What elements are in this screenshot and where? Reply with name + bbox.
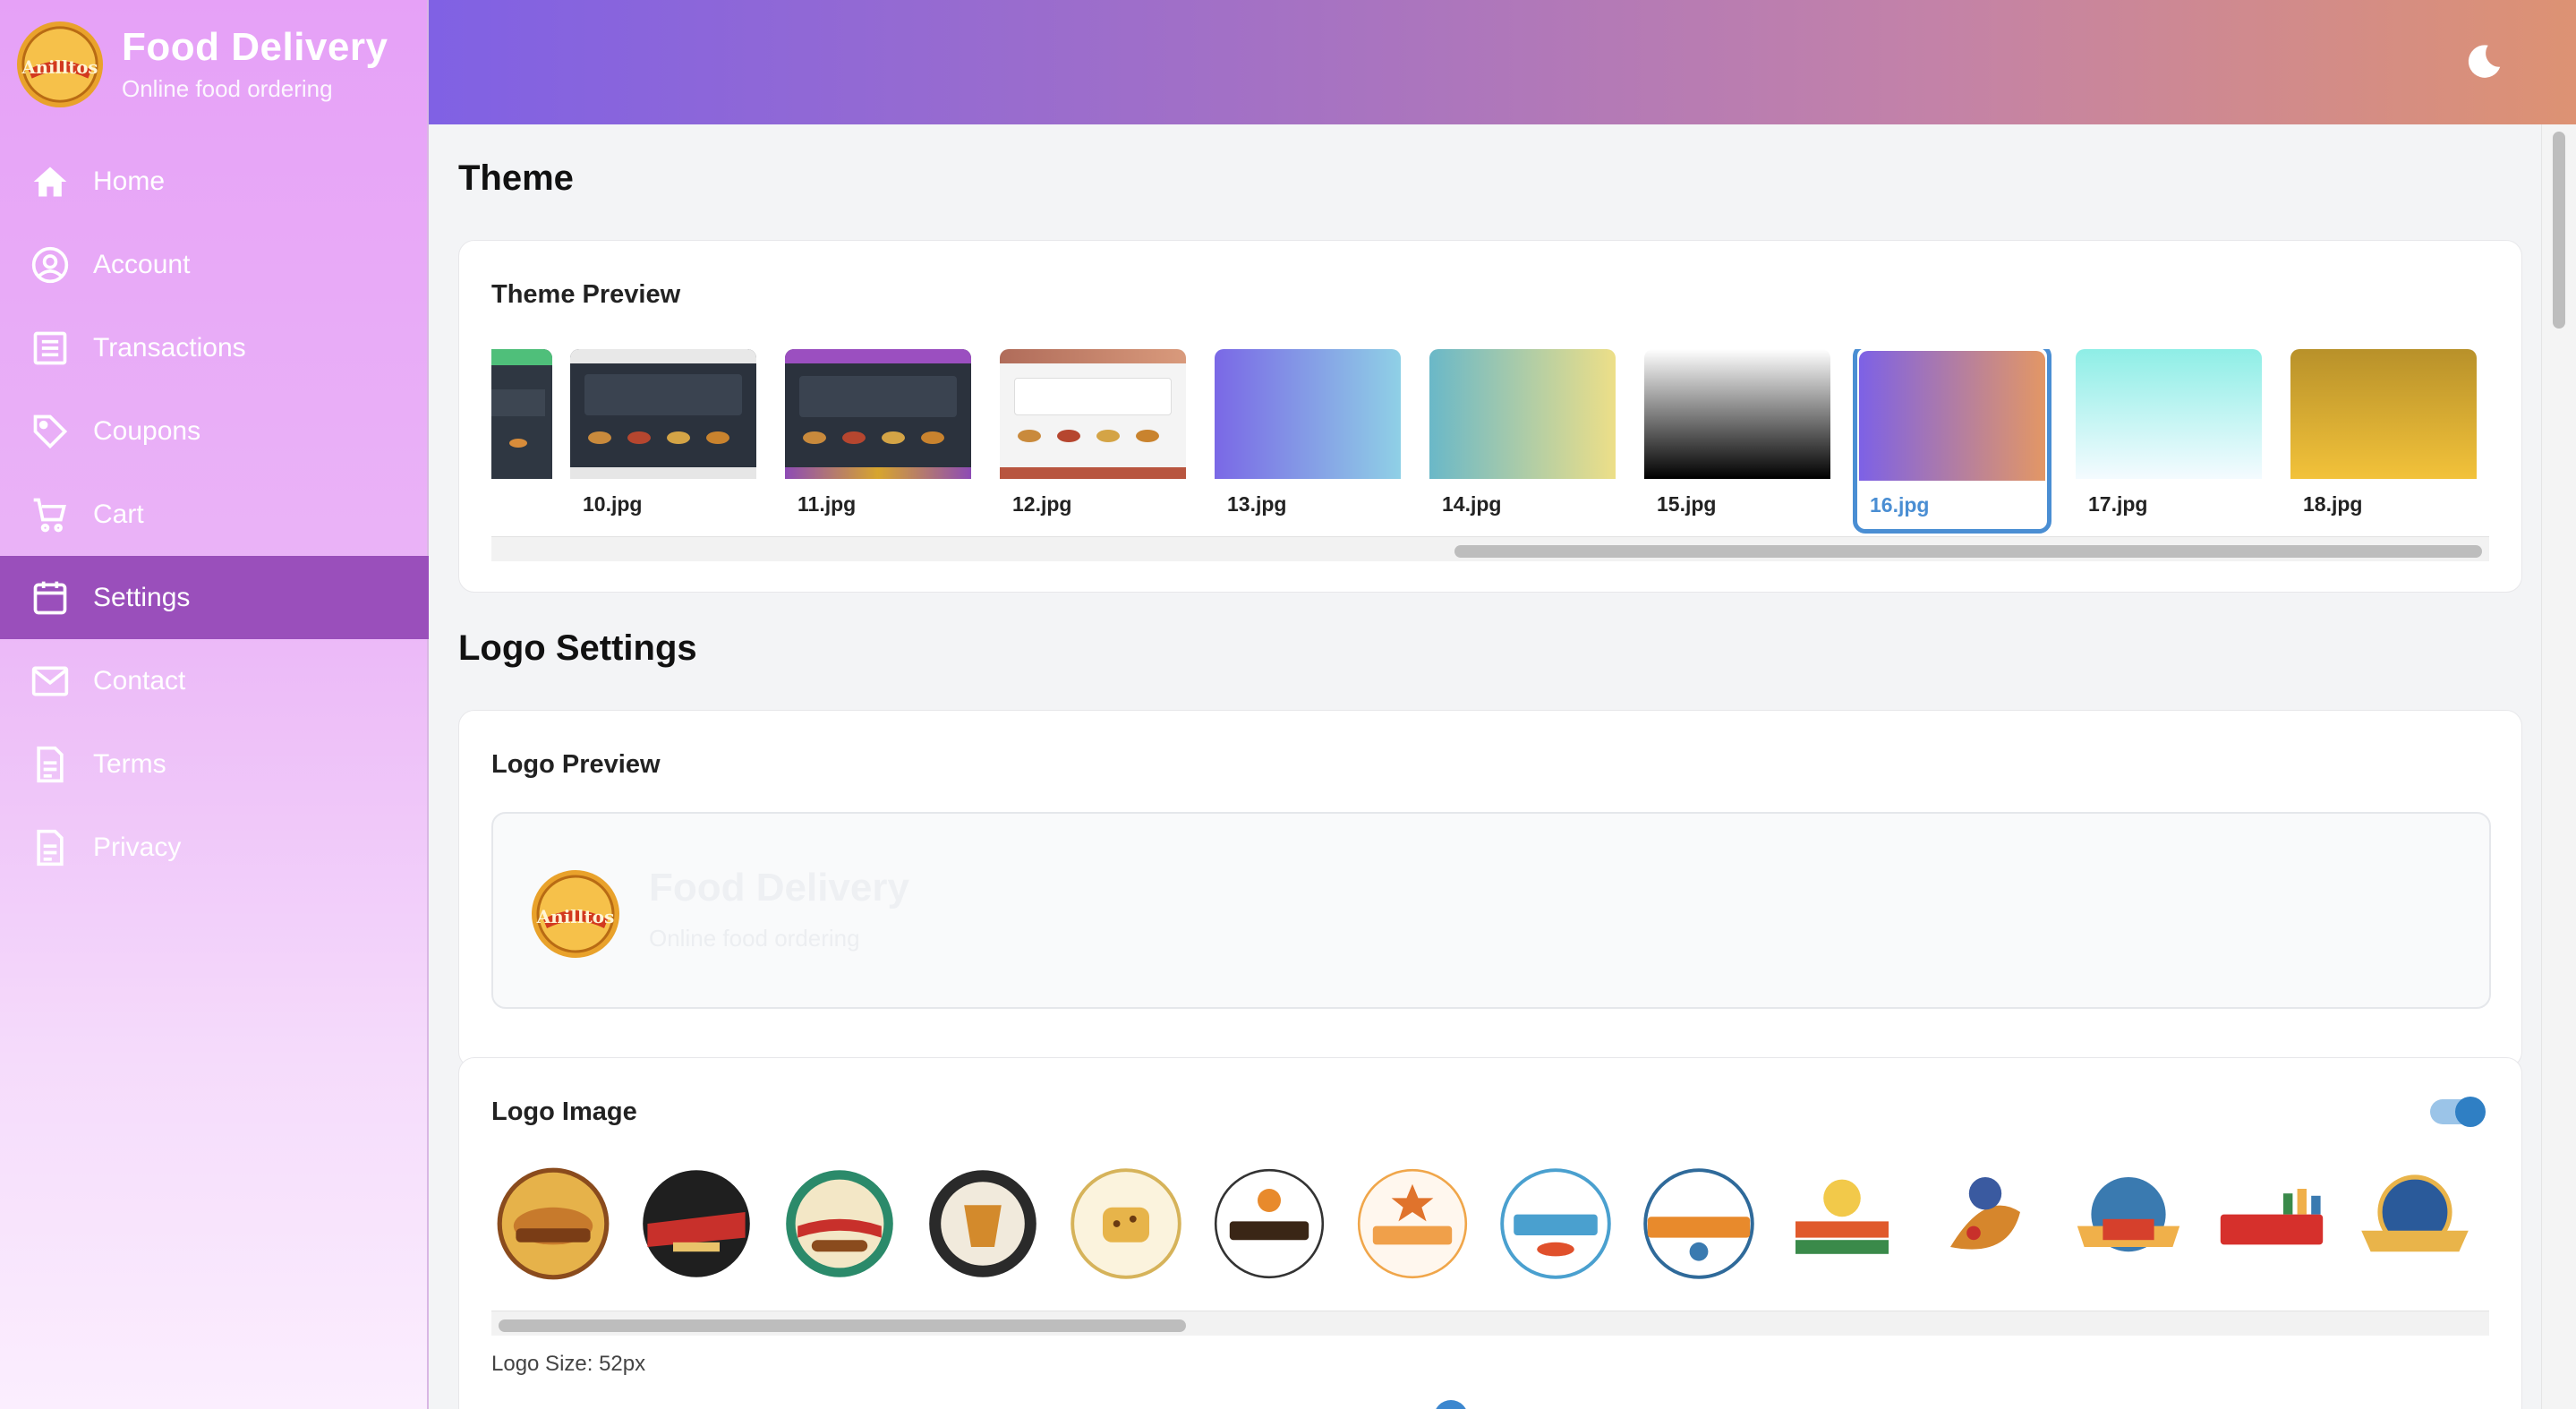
theme-thumbnail-label: 10.jpg [583,492,643,516]
sidebar-item-terms[interactable]: Terms [0,722,429,806]
sidebar-item-label: Contact [93,665,186,696]
logo-image-toggle[interactable] [2430,1097,2486,1127]
logo-option-icon[interactable] [2357,1166,2473,1282]
sidebar: Anilltos Food Delivery Online food order… [0,0,429,1409]
anilltos-logo: Anilltos [16,21,104,108]
sidebar-item-label: Cart [93,499,144,529]
sidebar-item-contact[interactable]: Contact [0,639,429,722]
theme-thumbnail[interactable]: 18.jpg [2290,349,2477,537]
logo-image-card: Logo Image Logo Size: 52px [458,1057,2522,1409]
theme-thumbnail-strip[interactable]: 10.jpg 11.jpg 12.jpg 13.jpg 14.jpg 15.jp… [491,349,2489,537]
theme-thumbnail-label: 16.jpg [1870,493,1930,517]
logo-preview-brand-title: Food Delivery [649,866,909,909]
logo-option-icon[interactable] [638,1166,755,1282]
page-scrollbar[interactable] [2541,124,2576,1409]
theme-thumbnail-label: 12.jpg [1012,492,1072,516]
logo-image-title: Logo Image [491,1097,637,1126]
theme-preview-card: Theme Preview 10.jpg 11.jpg 12.jpg 13.jp… [458,240,2522,593]
logo-settings-section-title: Logo Settings [458,628,697,668]
sidebar-item-coupons[interactable]: Coupons [0,389,429,473]
theme-thumbnail[interactable]: 15.jpg [1644,349,1830,537]
logo-size-label: Logo Size: 52px [491,1352,646,1376]
svg-text:Anilltos: Anilltos [21,57,98,78]
sidebar-item-label: Settings [93,582,191,612]
top-header [429,0,2576,124]
anilltos-logo: Anilltos [532,870,619,958]
sidebar-item-cart[interactable]: Cart [0,473,429,556]
scrollbar-thumb[interactable] [2553,132,2565,329]
logo-option-icon[interactable] [1497,1166,1614,1282]
brand[interactable]: Anilltos Food Delivery Online food order… [16,20,388,109]
theme-thumbnail-label: 14.jpg [1442,492,1502,516]
logo-option-icon[interactable] [2070,1166,2187,1282]
sidebar-nav: Home Account Transactions Coupons Cart S… [0,140,429,889]
theme-thumbnail[interactable]: 11.jpg [785,349,971,537]
logo-option-icon[interactable] [781,1166,898,1282]
account-icon [30,245,70,285]
theme-thumbnail[interactable]: 14.jpg [1429,349,1616,537]
sidebar-item-label: Coupons [93,415,201,446]
logo-preview-card: Logo Preview Anilltos Food Delivery Onli… [458,710,2522,1068]
slider-handle[interactable] [1434,1400,1469,1409]
logo-option-icon[interactable] [1068,1166,1184,1282]
document-icon [30,745,70,784]
theme-preview-title: Theme Preview [491,280,681,309]
theme-thumbnail-label: 13.jpg [1227,492,1287,516]
theme-thumbnail-label: 17.jpg [2088,492,2148,516]
theme-thumbnail[interactable]: 12.jpg [1000,349,1186,537]
transactions-icon [30,329,70,368]
document-icon [30,828,70,867]
theme-strip-scrollbar[interactable] [491,536,2489,561]
logo-preview-title: Logo Preview [491,750,661,779]
home-icon [30,162,70,201]
main-content: Theme Theme Preview 10.jpg 11.jpg 12.jpg… [429,124,2541,1409]
sidebar-item-privacy[interactable]: Privacy [0,806,429,889]
logo-option-icon[interactable] [1211,1166,1327,1282]
svg-text:Anilltos: Anilltos [536,906,615,927]
moon-icon[interactable] [2463,41,2504,82]
theme-thumbnail-selected[interactable]: 16.jpg [1853,349,2051,534]
calendar-icon [30,578,70,618]
logo-option-icon[interactable] [2213,1166,2330,1282]
mail-icon [30,662,70,701]
logo-strip-scrollbar[interactable] [491,1311,2489,1336]
logo-option-icon[interactable] [1927,1166,2043,1282]
sidebar-item-label: Terms [93,748,166,779]
sidebar-item-label: Transactions [93,332,246,363]
theme-thumbnail-label: 15.jpg [1657,492,1717,516]
sidebar-item-home[interactable]: Home [0,140,429,223]
sidebar-item-label: Home [93,166,166,196]
sidebar-item-settings[interactable]: Settings [0,556,429,639]
scrollbar-thumb[interactable] [499,1319,1186,1332]
theme-thumbnail[interactable]: 13.jpg [1215,349,1401,537]
cart-icon [30,495,70,534]
sidebar-item-account[interactable]: Account [0,223,429,306]
brand-title: Food Delivery [122,25,388,70]
brand-subtitle: Online food ordering [122,74,333,102]
theme-thumbnail-label: 11.jpg [798,492,857,516]
theme-thumbnail[interactable]: 10.jpg [570,349,756,537]
logo-option-icon[interactable] [1784,1166,1900,1282]
logo-preview-box: Anilltos Food Delivery Online food order… [491,812,2491,1009]
scrollbar-thumb[interactable] [1454,545,2482,558]
coupon-icon [30,412,70,451]
theme-section-title: Theme [458,158,574,198]
logo-preview-brand-subtitle: Online food ordering [649,925,860,952]
sidebar-item-label: Account [93,249,191,279]
logo-option-icon[interactable] [1354,1166,1471,1282]
theme-thumbnail-partial[interactable] [491,349,552,537]
sidebar-item-label: Privacy [93,832,182,862]
sidebar-item-transactions[interactable]: Transactions [0,306,429,389]
logo-options-strip[interactable] [495,1166,2495,1291]
logo-option-icon[interactable] [925,1166,1041,1282]
logo-option-icon[interactable] [1641,1166,1757,1282]
logo-option-icon[interactable] [495,1166,611,1282]
theme-thumbnail-label: 18.jpg [2303,492,2363,516]
toggle-knob [2455,1097,2486,1127]
theme-thumbnail[interactable]: 17.jpg [2076,349,2262,537]
